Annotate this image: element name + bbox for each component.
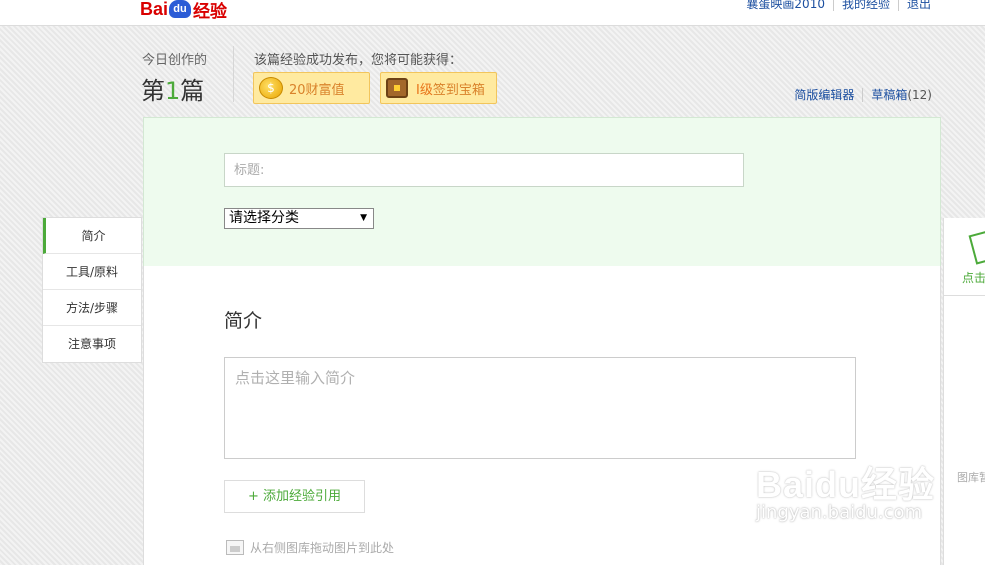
drafts-link[interactable]: 草稿箱(12) <box>862 88 940 102</box>
title-panel: 请选择分类 ▼ <box>143 117 941 267</box>
image-library-panel: 点击 图库暂 <box>943 218 985 565</box>
wealth-badge: $ 20财富值 <box>253 72 370 104</box>
today-created-count: 第1篇 <box>141 77 205 105</box>
baidu-watermark: Baidu经验 jingyan.baidu.com <box>756 464 936 523</box>
today-created-label: 今日创作的 <box>142 53 208 68</box>
chest-badge: Ⅰ级 签到宝箱 <box>380 72 497 104</box>
simple-editor-link[interactable]: 简版编辑器 <box>786 88 862 102</box>
image-icon <box>226 540 244 555</box>
section-title: 简介 <box>224 310 263 332</box>
section-nav: 简介 工具/原料 方法/步骤 注意事项 <box>42 217 142 363</box>
coin-icon: $ <box>259 77 283 99</box>
nav-item-tools[interactable]: 工具/原料 <box>43 254 141 290</box>
top-links: 襄蛋映画2010 我的经验 退出 <box>738 0 939 11</box>
my-experience-link[interactable]: 我的经验 <box>832 0 898 11</box>
header-divider <box>233 46 234 102</box>
editor-links: 简版编辑器 草稿箱(12) <box>786 88 940 102</box>
intro-textarea[interactable] <box>224 357 856 459</box>
baidu-paw-icon: du <box>169 0 192 18</box>
category-select[interactable]: 请选择分类 ▼ <box>224 208 374 229</box>
nav-item-steps[interactable]: 方法/步骤 <box>43 290 141 326</box>
nav-item-intro[interactable]: 简介 <box>43 218 141 254</box>
logout-link[interactable]: 退出 <box>897 0 939 11</box>
add-reference-button[interactable]: + 添加经验引用 <box>224 480 365 513</box>
reward-label: 该篇经验成功发布，您将可能获得： <box>254 53 463 68</box>
nav-item-notes[interactable]: 注意事项 <box>43 326 141 362</box>
dropdown-arrow-icon: ▼ <box>360 213 367 223</box>
library-empty-label: 图库暂 <box>957 471 985 484</box>
username-link[interactable]: 襄蛋映画2010 <box>738 0 833 11</box>
image-library-header[interactable]: 点击 <box>944 218 985 296</box>
treasure-chest-icon <box>386 78 408 98</box>
drag-image-hint: 从右侧图库拖动图片到此处 <box>226 539 394 556</box>
top-bar: Bai du 经验 襄蛋映画2010 我的经验 退出 <box>0 0 985 26</box>
title-input[interactable] <box>224 153 744 187</box>
baidu-jingyan-logo[interactable]: Bai du 经验 <box>140 0 227 21</box>
image-cards-icon <box>968 229 985 265</box>
